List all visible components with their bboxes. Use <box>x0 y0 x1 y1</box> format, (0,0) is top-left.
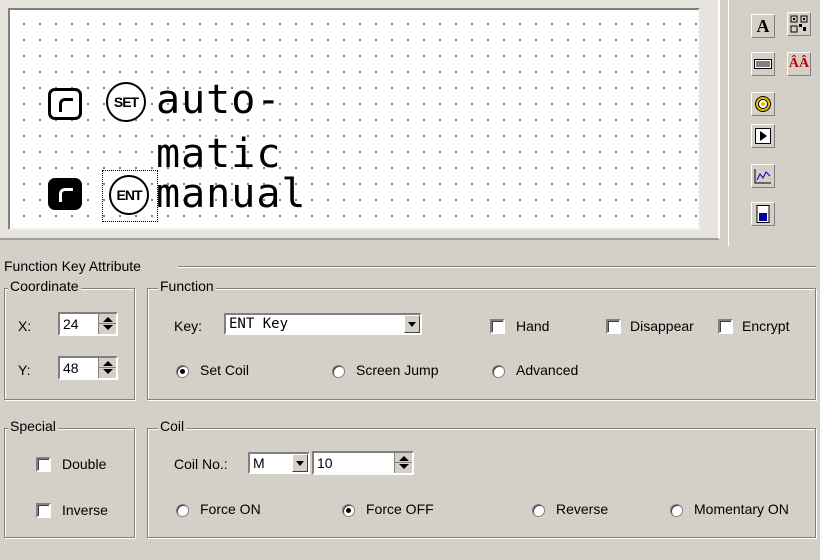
text-tool-glyph: A <box>756 15 770 36</box>
coil-type-select[interactable]: M <box>248 452 310 474</box>
bar-tool-icon[interactable] <box>751 52 775 76</box>
function-legend: Function <box>158 278 216 294</box>
y-value[interactable]: 48 <box>63 360 79 376</box>
advanced-label: Advanced <box>516 362 579 378</box>
canvas-text-auto[interactable]: auto- <box>156 80 281 120</box>
inverse-label: Inverse <box>62 502 108 518</box>
selection-box[interactable]: ENT <box>102 170 158 222</box>
font-tool-glyph: ÂÂ <box>788 56 810 71</box>
keybox-filled-icon[interactable] <box>48 178 82 210</box>
coil-legend: Coil <box>158 418 187 434</box>
coil-no-label: Coil No.: <box>174 456 228 472</box>
special-group <box>4 428 135 538</box>
attribute-title: Function Key Attribute <box>4 258 141 274</box>
function-group <box>147 288 816 400</box>
key-label: Key: <box>174 318 203 334</box>
special-legend: Special <box>8 418 58 434</box>
encrypt-checkbox[interactable] <box>718 319 733 334</box>
canvas-frame: SET auto- matic ENT manual <box>0 0 720 240</box>
play-tool-icon[interactable] <box>751 124 775 148</box>
canvas-text-manual[interactable]: manual <box>156 174 307 214</box>
y-spin-buttons[interactable] <box>98 358 116 378</box>
coil-type-value: M <box>253 455 265 471</box>
font-tool-icon[interactable]: ÂÂ <box>787 52 811 76</box>
coil-group <box>147 428 816 538</box>
ent-key-icon[interactable]: ENT <box>109 175 149 215</box>
coil-type-dropdown-button[interactable] <box>292 454 308 472</box>
disappear-label: Disappear <box>630 318 694 334</box>
reverse-radio[interactable] <box>532 504 545 517</box>
trend-tool-icon[interactable] <box>751 164 775 188</box>
coil-number-spinner[interactable]: 10 <box>312 451 414 475</box>
encrypt-label: Encrypt <box>742 318 790 334</box>
force-off-label: Force OFF <box>366 501 434 517</box>
hand-checkbox[interactable] <box>490 319 505 334</box>
set-key-icon[interactable]: SET <box>106 82 146 122</box>
double-label: Double <box>62 456 107 472</box>
screen-jump-radio[interactable] <box>332 365 345 378</box>
hand-label: Hand <box>516 318 550 334</box>
key-value: ENT Key <box>229 316 289 332</box>
coil-number-value[interactable]: 10 <box>317 455 333 471</box>
x-spinner[interactable]: 24 <box>58 312 118 336</box>
force-on-radio[interactable] <box>176 504 189 517</box>
disappear-checkbox[interactable] <box>606 319 621 334</box>
door-tool-icon[interactable] <box>751 202 775 226</box>
reverse-label: Reverse <box>556 501 609 517</box>
inverse-checkbox[interactable] <box>36 503 51 518</box>
y-spinner[interactable]: 48 <box>58 356 118 380</box>
double-checkbox[interactable] <box>36 457 51 472</box>
text-tool-icon[interactable]: A <box>751 14 775 38</box>
set-coil-radio[interactable] <box>176 365 189 378</box>
x-label: X: <box>18 318 32 334</box>
qr-tool-icon[interactable] <box>787 12 811 36</box>
momentary-on-radio[interactable] <box>670 504 683 517</box>
coil-number-spin-buttons[interactable] <box>394 453 412 473</box>
keybox-icon[interactable] <box>48 88 82 120</box>
screen-jump-label: Screen Jump <box>356 362 439 378</box>
advanced-radio[interactable] <box>492 365 505 378</box>
set-coil-label: Set Coil <box>200 362 250 378</box>
coordinate-legend: Coordinate <box>8 278 81 294</box>
design-canvas[interactable]: SET auto- matic ENT manual <box>8 8 700 230</box>
key-select[interactable]: ENT Key <box>224 313 422 335</box>
key-dropdown-button[interactable] <box>404 315 420 333</box>
lamp-tool-icon[interactable] <box>751 92 775 116</box>
y-label: Y: <box>18 362 31 378</box>
set-key-label: SET <box>113 94 139 110</box>
x-spin-buttons[interactable] <box>98 314 116 334</box>
toolbox: A ÂÂ <box>728 0 820 246</box>
x-value[interactable]: 24 <box>63 316 79 332</box>
momentary-on-label: Momentary ON <box>694 501 789 517</box>
canvas-text-matic[interactable]: matic <box>156 134 281 174</box>
force-off-radio[interactable] <box>342 504 355 517</box>
attribute-divider <box>178 266 816 268</box>
ent-key-label: ENT <box>116 187 143 203</box>
coordinate-group <box>4 288 135 400</box>
force-on-label: Force ON <box>200 501 261 517</box>
